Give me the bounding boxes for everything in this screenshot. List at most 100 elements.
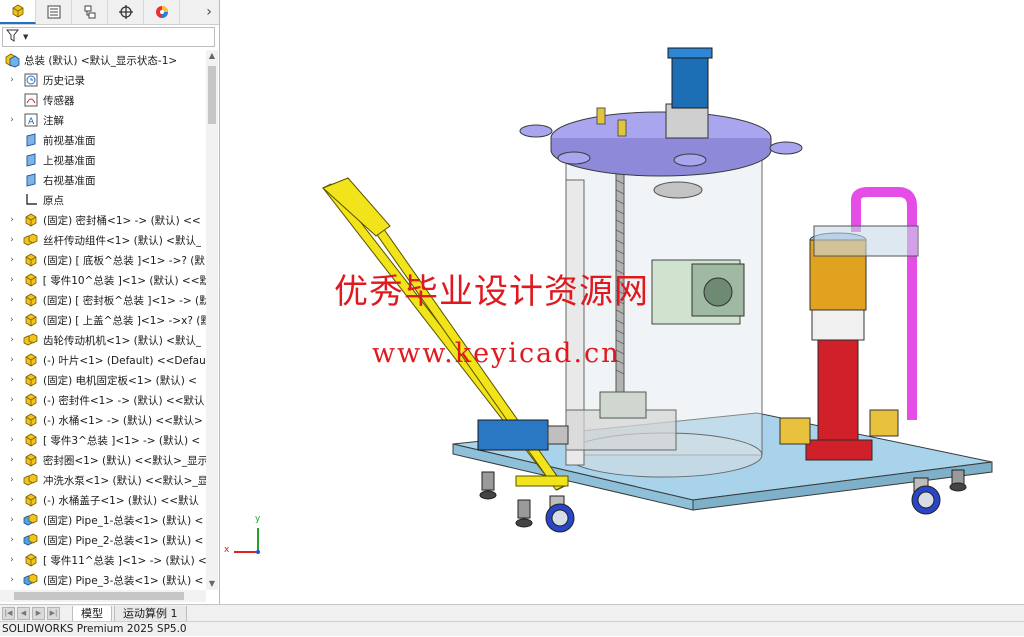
filter-dropdown-icon[interactable]: ▼ [23,33,28,41]
part-icon [23,492,39,508]
first-tab-icon[interactable]: |◀ [2,607,15,620]
pipe-assembly-icon [23,512,39,528]
tree-item-label: 注解 [43,114,64,127]
tree-item-label: 冲洗水泵<1> (默认) <<默认>_显 [42,474,206,487]
tree-filter-input[interactable]: ▼ [2,27,215,47]
tree-item[interactable]: 上视基准面 [0,150,206,170]
expand-chevron-icon[interactable]: › [7,535,17,545]
tree-item[interactable]: › (固定) [ 底板^总装 ]<1> ->? (默 [0,250,206,270]
expand-chevron-icon[interactable]: › [7,295,17,305]
expand-chevron-icon[interactable]: › [7,495,17,505]
tree-item[interactable]: › (固定) 电机固定板<1> (默认) < [0,370,206,390]
tab-model[interactable]: 模型 [72,605,112,622]
tree-item[interactable]: › (-) 密封件<1> -> (默认) <<默认 [0,390,206,410]
tree-item[interactable]: › (固定) [ 上盖^总装 ]<1> ->x? (默 [0,310,206,330]
manager-tabs: › [0,0,219,25]
display-manager-tab-icon[interactable] [144,0,180,24]
coordinate-triad [234,528,260,554]
tree-item[interactable]: › (-) 水桶<1> -> (默认) <<默认> [0,410,206,430]
tree-vertical-scrollbar[interactable]: ▲ ▼ [206,50,218,590]
expand-chevron-icon[interactable]: › [7,335,17,345]
sensor-icon [23,92,39,108]
dimxpert-tab-icon[interactable] [108,0,144,24]
part-icon [23,552,39,568]
expand-chevron-icon[interactable]: › [7,455,17,465]
tree-item[interactable]: › [ 零件11^总装 ]<1> -> (默认) < [0,550,206,570]
expand-chevron-icon[interactable]: › [7,255,17,265]
tree-item-label: (固定) [ 上盖^总装 ]<1> ->x? (默 [42,314,206,327]
status-bar: SOLIDWORKS Premium 2025 SP5.0 [0,621,1024,636]
tree-item[interactable]: › (-) 水桶盖子<1> (默认) <<默认 [0,490,206,510]
tree-item[interactable]: › (固定) 密封桶<1> -> (默认) << [0,210,206,230]
tree-item[interactable]: 传感器 [0,90,206,110]
expand-chevron-icon[interactable]: › [7,75,17,85]
expand-chevron-icon[interactable]: › [7,435,17,445]
part-icon [23,252,39,268]
graphics-viewport[interactable]: x y 优秀毕业设计资源网 www.keyicad.cn [220,0,1024,604]
expand-chevron-icon[interactable]: › [7,315,17,325]
tree-item-label: (固定) Pipe_1-总装<1> (默认) < [43,514,204,527]
tree-item[interactable]: 右视基准面 [0,170,206,190]
expand-chevron-icon[interactable]: › [7,475,17,485]
part-icon [23,312,39,328]
propertymanager-tab-icon[interactable] [36,0,72,24]
tree-horizontal-scrollbar[interactable] [0,590,206,602]
expand-chevron-icon[interactable]: › [7,555,17,565]
part-icon [23,372,39,388]
tree-item[interactable]: › 冲洗水泵<1> (默认) <<默认>_显 [0,470,206,490]
horizontal-scroll-thumb[interactable] [14,592,184,600]
tree-item[interactable]: › 密封圈<1> (默认) <<默认>_显示 [0,450,206,470]
plane-icon [23,152,39,168]
tree-item-label: 齿轮传动机机<1> (默认) <默认_ [43,334,202,347]
feature-tree: 总装 (默认) <默认_显示状态-1> › 历史记录 传感器 › A 注解 前视基准面 上视基准… [0,50,206,590]
tree-item[interactable]: › 齿轮传动机机<1> (默认) <默认_ [0,330,206,350]
tab-motion-study[interactable]: 运动算例 1 [114,605,187,622]
tree-item[interactable]: › [ 零件3^总装 ]<1> -> (默认) < [0,430,206,450]
featuremanager-tab-icon[interactable] [0,0,36,24]
expand-chevron-icon[interactable]: › [7,235,17,245]
tree-item[interactable]: › (固定) Pipe_1-总装<1> (默认) < [0,510,206,530]
tree-item-label: (固定) 密封桶<1> -> (默认) << [43,214,201,227]
tree-item-label: [ 零件3^总装 ]<1> -> (默认) < [43,434,201,447]
tree-item-label: 丝杆传动组件<1> (默认) <默认_ [43,234,202,247]
expand-chevron-icon[interactable]: › [7,515,17,525]
expand-chevron-icon[interactable]: › [7,115,17,125]
tree-item-label: 右视基准面 [43,174,96,187]
tree-root-item[interactable]: 总装 (默认) <默认_显示状态-1> [0,50,206,70]
tree-item[interactable]: › 丝杆传动组件<1> (默认) <默认_ [0,230,206,250]
part-icon [23,352,39,368]
vertical-scroll-thumb[interactable] [208,66,216,124]
tree-item[interactable]: › (固定) Pipe_3-总装<1> (默认) < [0,570,206,590]
part-icon [23,212,39,228]
configurationmanager-tab-icon[interactable] [72,0,108,24]
tree-item-label: (固定) [ 底板^总装 ]<1> ->? (默 [43,254,205,267]
watermark-url: www.keyicad.cn [372,338,621,369]
prev-tab-icon[interactable]: ◀ [17,607,30,620]
tree-item[interactable]: › 历史记录 [0,70,206,90]
last-tab-icon[interactable]: ▶| [47,607,60,620]
tree-item[interactable]: › (固定) [ 密封板^总装 ]<1> -> (默 [0,290,206,310]
tree-item[interactable]: › (固定) Pipe_2-总装<1> (默认) < [0,530,206,550]
tree-item[interactable]: 前视基准面 [0,130,206,150]
next-tab-icon[interactable]: ▶ [32,607,45,620]
expand-chevron-icon[interactable]: › [7,355,17,365]
tree-item[interactable]: 原点 [0,190,206,210]
expand-chevron-icon[interactable]: › [7,215,17,225]
triad-x-label: x [224,545,230,555]
expand-chevron-icon[interactable]: › [7,415,17,425]
part-icon [23,292,39,308]
expand-chevron-icon[interactable]: › [7,375,17,385]
expand-chevron-icon[interactable]: › [7,275,17,285]
more-tabs-chevron-icon[interactable]: › [199,0,219,24]
bottom-tab-bar: |◀ ◀ ▶ ▶| 模型 运动算例 1 [0,604,1024,622]
tree-item[interactable]: › (-) 叶片<1> (Default) <<Defau [0,350,206,370]
tree-item-label: 总装 (默认) <默认_显示状态-1> [24,54,178,67]
expand-chevron-icon[interactable]: › [7,575,17,585]
scroll-up-icon[interactable]: ▲ [206,50,218,62]
gear-drive-motor [651,259,745,325]
tree-item[interactable]: › A 注解 [0,110,206,130]
tree-item-label: (固定) 电机固定板<1> (默认) < [43,374,197,387]
expand-chevron-icon[interactable]: › [7,395,17,405]
scroll-down-icon[interactable]: ▼ [206,578,218,590]
tree-item[interactable]: › [ 零件10^总装 ]<1> (默认) <<默 [0,270,206,290]
